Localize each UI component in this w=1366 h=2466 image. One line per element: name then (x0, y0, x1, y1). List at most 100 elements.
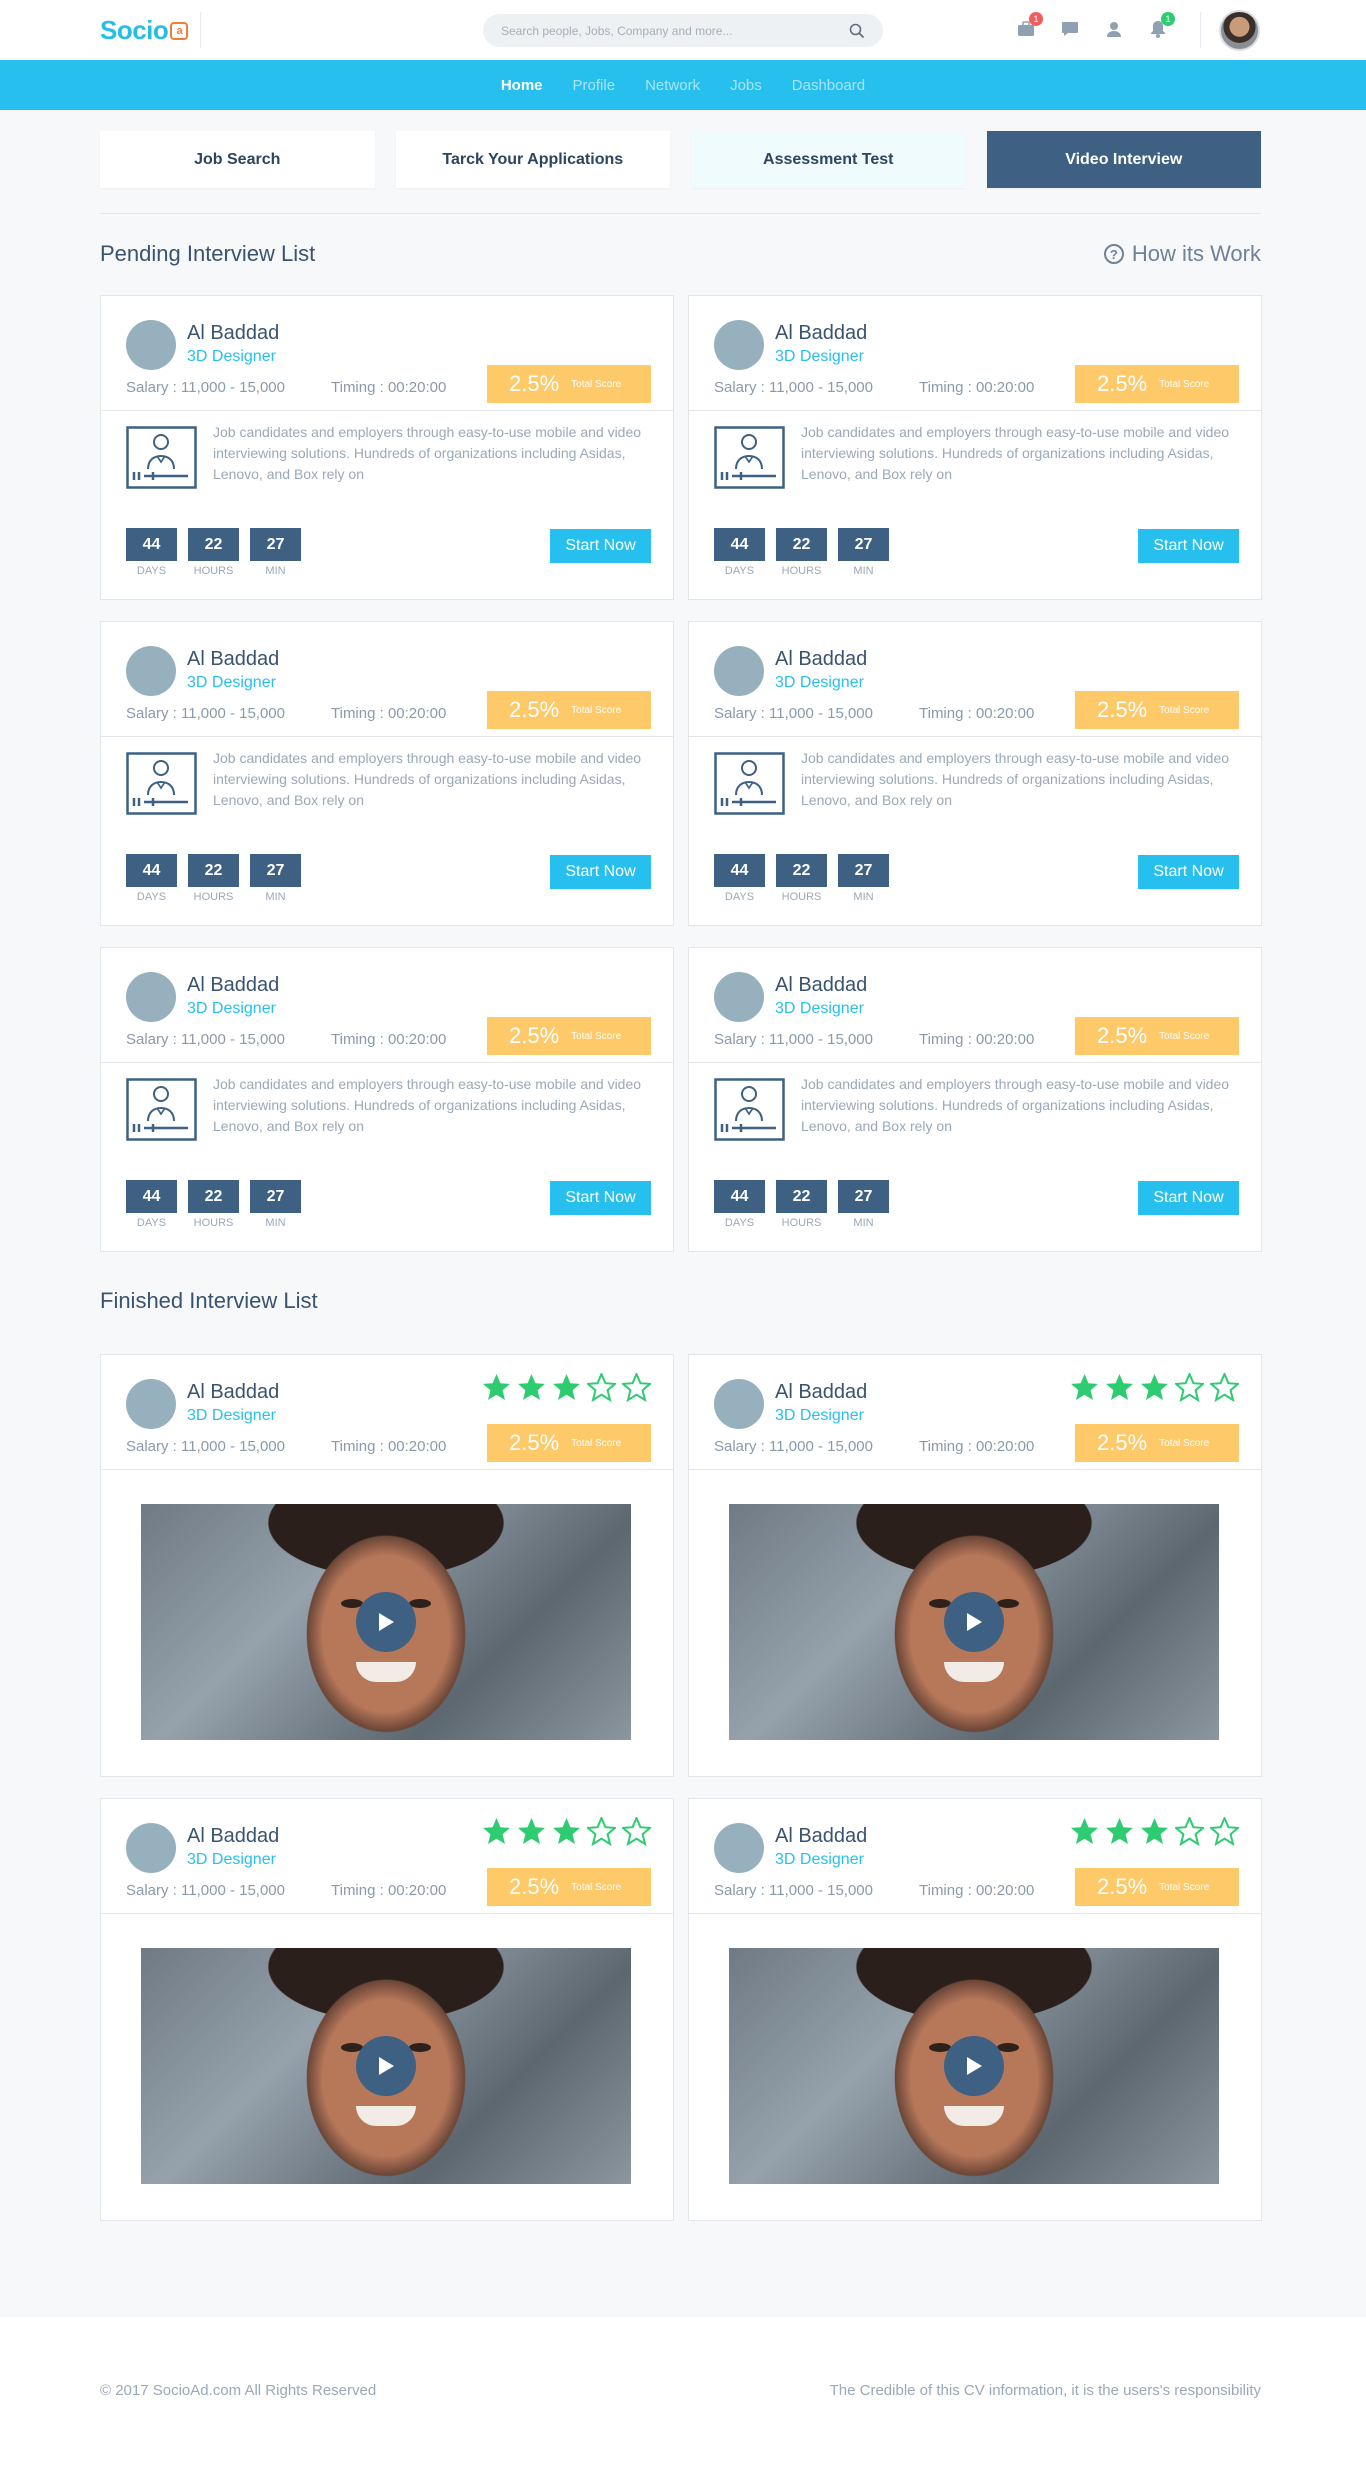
start-now-button[interactable]: Start Now (550, 1181, 651, 1215)
play-icon[interactable] (356, 1592, 416, 1652)
candidate-avatar (126, 1379, 176, 1429)
nav-dashboard[interactable]: Dashboard (777, 77, 880, 94)
countdown-min: 27 MIN (838, 528, 889, 577)
card-header: Al Baddad 3D Designer Salary : 11,000 - … (689, 1355, 1261, 1470)
star-empty-icon (1208, 1371, 1241, 1407)
card-header: Al Baddad 3D Designer Salary : 11,000 - … (101, 948, 673, 1063)
candidate-role: 3D Designer (187, 1851, 276, 1868)
salary: Salary : 11,000 - 15,000 (126, 705, 285, 722)
countdown: 44 DAYS 22 HOURS 27 MIN (126, 854, 301, 903)
nav-network[interactable]: Network (630, 77, 715, 94)
countdown-value: 22 (188, 1180, 239, 1213)
candidate-avatar (126, 646, 176, 696)
chat-icon[interactable] (1059, 18, 1081, 40)
countdown-days: 44 DAYS (126, 1180, 177, 1229)
logo-text: Socio (100, 15, 169, 45)
candidate-name: Al Baddad (775, 322, 868, 344)
candidate-name: Al Baddad (187, 1381, 280, 1403)
pending-interview-card: Al Baddad 3D Designer Salary : 11,000 - … (688, 947, 1262, 1252)
countdown: 44 DAYS 22 HOURS 27 MIN (714, 528, 889, 577)
card-header: Al Baddad 3D Designer Salary : 11,000 - … (101, 622, 673, 737)
play-icon[interactable] (944, 1592, 1004, 1652)
interview-video[interactable] (141, 1948, 631, 2184)
interview-video[interactable] (729, 1504, 1219, 1740)
score-value: 2.5% (1097, 1874, 1148, 1899)
start-now-button[interactable]: Start Now (1138, 1181, 1239, 1215)
video-interview-icon (126, 1078, 197, 1141)
card-body (689, 1470, 1261, 1776)
search-icon[interactable] (849, 23, 865, 39)
copyright: © 2017 SocioAd.com All Rights Reserved (100, 2382, 377, 2399)
user-icon[interactable] (1103, 18, 1125, 40)
play-icon[interactable] (356, 2036, 416, 2096)
countdown-value: 27 (250, 1180, 301, 1213)
countdown-hours: 22 HOURS (776, 1180, 827, 1229)
rating-stars (1070, 1815, 1241, 1851)
countdown-value: 27 (250, 854, 301, 887)
card-body: Job candidates and employers through eas… (101, 411, 673, 599)
countdown-hours: 22 HOURS (188, 1180, 239, 1229)
tab-bar: Job Search Tarck Your Applications Asses… (100, 131, 1261, 188)
tab-track-applications[interactable]: Tarck Your Applications (395, 131, 670, 188)
main-nav: Home Profile Network Jobs Dashboard (0, 60, 1366, 110)
star-filled-icon (482, 1817, 511, 1851)
nav-profile[interactable]: Profile (558, 77, 631, 94)
star-empty-icon (585, 1371, 618, 1407)
bell-icon[interactable]: 1 (1147, 12, 1175, 40)
score-label: Total Score (571, 1437, 622, 1449)
interview-description: Job candidates and employers through eas… (801, 1076, 1230, 1134)
tab-assessment-test[interactable]: Assessment Test (691, 131, 966, 188)
pending-section-title: Pending Interview List (100, 241, 316, 266)
countdown-label: MIN (853, 565, 874, 577)
interview-video[interactable] (729, 1948, 1219, 2184)
candidate-avatar (126, 320, 176, 370)
start-now-button[interactable]: Start Now (1138, 855, 1239, 889)
score-label: Total Score (571, 378, 622, 390)
card-body: Job candidates and employers through eas… (101, 1063, 673, 1251)
start-now-button[interactable]: Start Now (550, 529, 651, 563)
candidate-avatar (714, 1823, 764, 1873)
start-now-button[interactable]: Start Now (1138, 529, 1239, 563)
user-avatar[interactable] (1219, 10, 1260, 51)
top-icons: 1 1 (1015, 12, 1175, 40)
card-body (101, 1470, 673, 1776)
rating-stars (482, 1371, 653, 1407)
star-filled-icon (482, 1373, 511, 1407)
video-face (944, 2106, 1004, 2126)
footer-note: The Credible of this CV information, it … (829, 2382, 1261, 2399)
nav-jobs[interactable]: Jobs (715, 77, 777, 94)
countdown: 44 DAYS 22 HOURS 27 MIN (126, 1180, 301, 1229)
card-body: Job candidates and employers through eas… (689, 737, 1261, 925)
finished-interview-card: Al Baddad 3D Designer Salary : 11,000 - … (100, 1798, 674, 2221)
nav-home[interactable]: Home (486, 77, 558, 94)
interview-description: Job candidates and employers through eas… (213, 424, 642, 482)
candidate-role: 3D Designer (775, 674, 864, 691)
salary: Salary : 11,000 - 15,000 (714, 1882, 873, 1899)
countdown-label: HOURS (781, 891, 822, 903)
interview-video[interactable] (141, 1504, 631, 1740)
logo[interactable]: Socio a (100, 15, 189, 46)
salary: Salary : 11,000 - 15,000 (126, 1882, 285, 1899)
countdown-days: 44 DAYS (714, 528, 765, 577)
total-score-badge: 2.5% Total Score (487, 1424, 651, 1462)
candidate-avatar (714, 320, 764, 370)
score-value: 2.5% (1097, 371, 1148, 396)
countdown-label: MIN (853, 891, 874, 903)
countdown-value: 44 (714, 528, 765, 561)
tab-video-interview[interactable]: Video Interview (986, 131, 1261, 188)
countdown-value: 22 (776, 1180, 827, 1213)
briefcase-icon[interactable]: 1 (1015, 12, 1043, 40)
play-icon[interactable] (944, 2036, 1004, 2096)
countdown-label: DAYS (724, 1217, 755, 1229)
countdown-days: 44 DAYS (126, 854, 177, 903)
candidate-name: Al Baddad (775, 1825, 868, 1847)
star-empty-icon (620, 1371, 653, 1407)
tab-job-search[interactable]: Job Search (100, 131, 375, 188)
start-now-button[interactable]: Start Now (550, 855, 651, 889)
score-label: Total Score (571, 704, 622, 716)
salary: Salary : 11,000 - 15,000 (714, 1031, 873, 1048)
candidate-avatar (126, 972, 176, 1022)
how-it-works-link[interactable]: ? How its Work (1103, 241, 1261, 267)
candidate-role: 3D Designer (775, 1000, 864, 1017)
search-input[interactable] (501, 23, 849, 38)
